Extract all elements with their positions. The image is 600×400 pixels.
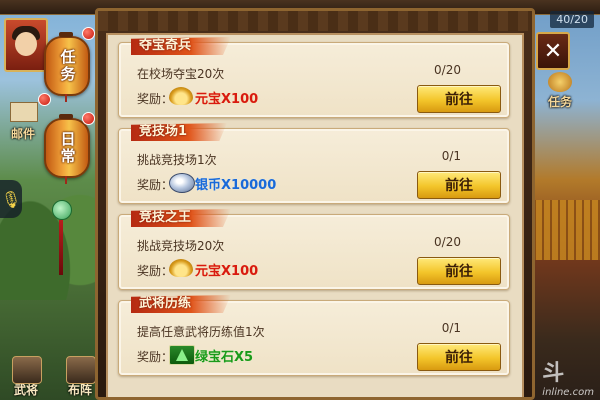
watermark-logo: 斗: [542, 361, 565, 386]
task-description: 挑战竞技场20次: [137, 239, 225, 253]
mail-icon: [10, 102, 38, 122]
task-description: 挑战竞技场1次: [137, 153, 217, 167]
reward-label: 奖励：: [137, 92, 174, 106]
jade-ornament-icon: [52, 200, 72, 220]
panel-top-trim: [98, 11, 532, 31]
notification-dot: [82, 112, 95, 125]
daily-lantern-label: 日常: [58, 131, 77, 165]
notification-dot: [82, 27, 95, 40]
reward-text: 元宝X100: [195, 92, 259, 107]
task-list: 夺宝奇兵 在校场夺宝20次 奖励： 元宝X100 0/20 前往 竞技场1 挑战…: [118, 37, 510, 386]
task-progress: 0/1: [441, 149, 461, 163]
tassel-decoration: [59, 220, 63, 275]
reward-label: 奖励：: [137, 264, 174, 278]
close-icon: ✕: [543, 38, 563, 64]
player-avatar[interactable]: [4, 18, 48, 72]
watermark: 斗 inline.com: [542, 355, 594, 398]
task-lantern-button[interactable]: 任务: [44, 32, 90, 102]
generals-button[interactable]: 武将: [4, 350, 48, 400]
reward-text: 银币X10000: [195, 178, 277, 193]
task-card: 竞技之王 挑战竞技场20次 奖励： 元宝X100 0/20 前往: [118, 209, 510, 290]
task-progress: 0/20: [434, 63, 461, 77]
task-description: 在校场夺宝20次: [137, 67, 225, 81]
microphone-icon: 🎙: [0, 189, 22, 209]
reward-label: 奖励：: [137, 178, 174, 192]
resource-counter: 40/20: [550, 11, 594, 28]
task-title: 竞技场1: [131, 123, 228, 141]
green-gem-icon: [169, 345, 195, 365]
generals-icon: [12, 356, 42, 384]
go-button[interactable]: 前往: [417, 343, 501, 371]
close-button[interactable]: ✕: [536, 32, 570, 70]
task-progress: 0/1: [441, 321, 461, 335]
reward-text: 绿宝石X5: [195, 350, 254, 365]
task-title: 竞技之王: [131, 209, 232, 227]
task-title: 夺宝奇兵: [131, 37, 232, 55]
formation-icon: [66, 356, 96, 384]
right-task-button[interactable]: 任务: [540, 70, 580, 110]
task-card: 竞技场1 挑战竞技场1次 奖励： 银币X10000 0/1 前往: [118, 123, 510, 204]
task-progress: 0/20: [434, 235, 461, 249]
go-button[interactable]: 前往: [417, 171, 501, 199]
mail-button[interactable]: 邮件: [2, 100, 44, 142]
avatar-face: [15, 32, 37, 56]
task-card: 夺宝奇兵 在校场夺宝20次 奖励： 元宝X100 0/20 前往: [118, 37, 510, 118]
task-card: 武将历练 提高任意武将历练值1次 奖励： 绿宝石X5 0/1 前往: [118, 295, 510, 376]
go-button[interactable]: 前往: [417, 85, 501, 113]
task-coin-icon: [548, 72, 572, 92]
task-title: 武将历练: [131, 295, 232, 313]
go-button[interactable]: 前往: [417, 257, 501, 285]
reward-label: 奖励：: [137, 350, 174, 364]
reward-text: 元宝X100: [195, 264, 259, 279]
task-description: 提高任意武将历练值1次: [137, 325, 265, 339]
watermark-text: inline.com: [542, 387, 594, 398]
task-lantern-label: 任务: [58, 49, 77, 83]
right-task-label: 任务: [547, 95, 572, 109]
gold-ingot-icon: [169, 87, 193, 105]
mail-label: 邮件: [10, 127, 35, 141]
gold-ingot-icon: [169, 259, 193, 277]
voice-button[interactable]: 🎙: [0, 180, 22, 218]
silver-coin-icon: [169, 173, 195, 193]
daily-lantern-button[interactable]: 日常: [44, 114, 90, 184]
